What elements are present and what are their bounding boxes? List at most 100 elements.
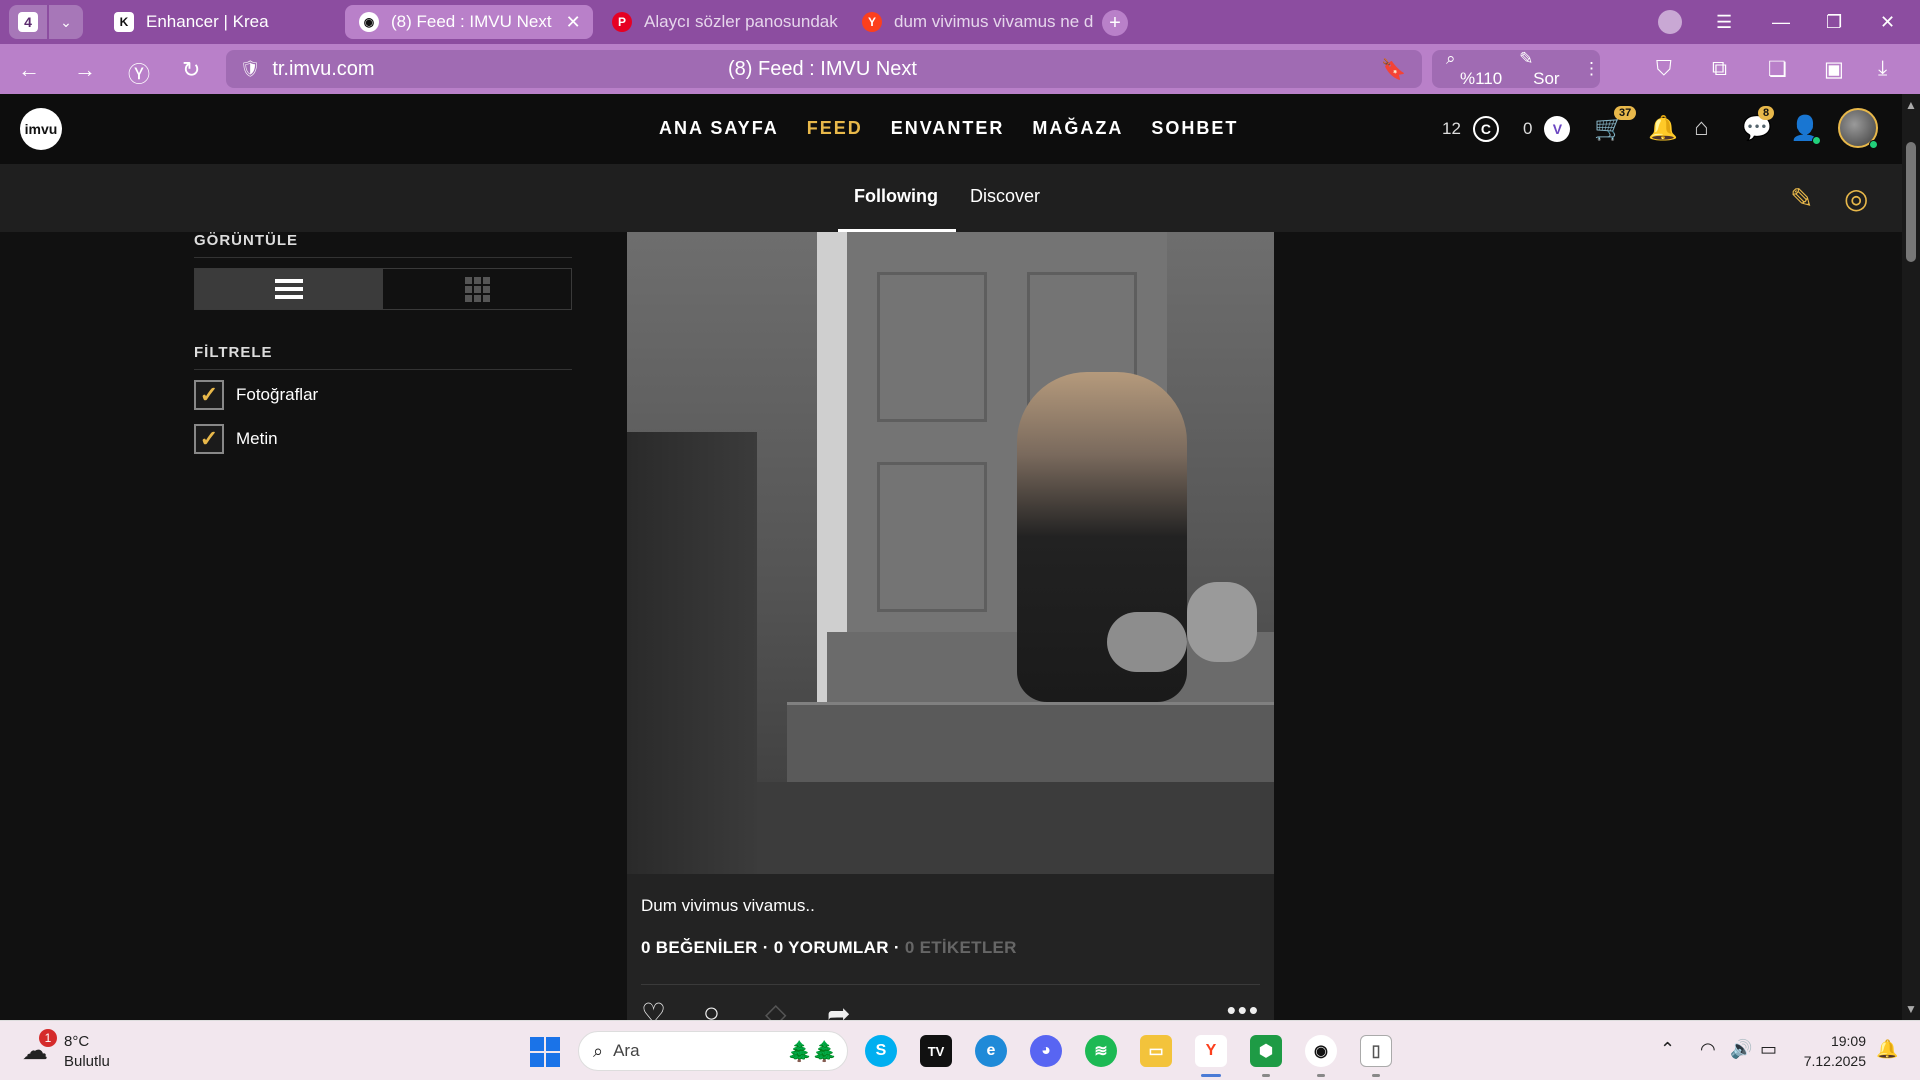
collections-icon[interactable]: ❏ [1768,57,1787,82]
tab-pinterest[interactable]: P Alaycı sözler panosundaki [598,5,838,39]
tab-count-button[interactable]: 4 [9,5,47,39]
tag-icon[interactable]: ◇ [765,997,787,1020]
minimize-icon[interactable]: — [1772,0,1790,44]
imvu-logo[interactable]: imvu [20,108,62,150]
download-icon[interactable]: ⤓ [1878,57,1887,81]
tab-count: 4 [18,12,38,32]
post-photo[interactable] [627,232,1274,874]
weather-temperature[interactable]: 8°C [64,1033,89,1050]
grid-icon [464,276,490,302]
tab-list-chevron-icon[interactable]: ⌄ [49,5,83,39]
system-clock[interactable]: 19:09 7.12.2025 [1800,1031,1866,1071]
stats-separator: · [893,938,900,957]
tab-krea[interactable]: K Enhancer | Krea [100,5,340,39]
compose-post-icon[interactable]: ✎ [1790,182,1813,215]
tray-chevron-up-icon[interactable]: ⌃ [1660,1039,1675,1060]
notepad-icon[interactable]: ▯ [1360,1035,1392,1067]
weather-condition[interactable]: Bulutlu [64,1053,110,1070]
home-icon[interactable]: ⌂ [1694,114,1709,142]
vpn-icon[interactable]: ⬢ [1250,1035,1282,1067]
nav-shop[interactable]: MAĞAZA [1032,118,1123,139]
tab-discover[interactable]: Discover [970,186,1040,207]
yandex-home-icon[interactable]: Ⓨ [128,57,150,89]
tags-count[interactable]: 0 ETİKETLER [905,938,1017,957]
list-view-button[interactable] [195,269,383,309]
checkbox-photos[interactable]: ✓ [194,380,224,410]
nav-chat[interactable]: SOHBET [1151,118,1238,139]
photo-stand [627,432,757,874]
ask-button[interactable]: ✎ Sor [1519,49,1569,89]
notifications-bell-icon[interactable]: 🔔 [1876,1039,1898,1060]
new-tab-button[interactable]: + [1102,10,1128,36]
filter-section-title: FİLTRELE [194,344,572,370]
tab-yandex[interactable]: Y dum vivimus vivamus ne d [848,5,1093,39]
bookmark-icon[interactable]: 🔖 [1381,57,1406,82]
list-icon [275,279,303,299]
restore-icon[interactable]: ❐ [1826,0,1842,44]
zoom-level[interactable]: ⌕ %110 [1446,49,1505,89]
lock-icon[interactable]: 🛡 [240,59,260,79]
tab-title: dum vivimus vivamus ne d [894,12,1093,31]
volume-icon[interactable]: 🔊 [1730,1039,1752,1060]
filter-text[interactable]: ✓ Metin [194,424,572,454]
back-icon[interactable]: ← [18,57,40,83]
edge-icon[interactable]: e [975,1035,1007,1067]
weather-badge: 1 [39,1029,57,1047]
close-tab-icon[interactable]: ✕ [566,12,581,33]
credits-count: 12 [1442,119,1461,138]
wifi-icon[interactable]: ◠ [1700,1039,1716,1060]
search-highlight-trees-icon: 🌲🌲 [787,1040,837,1063]
imvu-icon: ◉ [359,12,379,32]
spotify-icon[interactable]: ≋ [1085,1035,1117,1067]
nav-home[interactable]: ANA SAYFA [659,118,779,139]
checkbox-text[interactable]: ✓ [194,424,224,454]
tab-following[interactable]: Following [854,186,938,207]
more-options-icon[interactable]: ••• [1227,995,1260,1020]
imvu-app-icon[interactable]: ◉ [1305,1035,1337,1067]
skype-icon[interactable]: S [865,1035,897,1067]
comments-count[interactable]: 0 YORUMLAR [774,938,889,957]
close-window-icon[interactable]: ✕ [1880,0,1895,44]
profile-icon[interactable] [1658,0,1682,44]
yandex-browser-icon[interactable]: Y [1195,1035,1227,1067]
bell-icon[interactable]: 🔔 [1648,114,1678,143]
reload-icon[interactable]: ↻ [182,57,200,83]
file-explorer-icon[interactable]: ▭ [1140,1035,1172,1067]
taskbar-search[interactable]: ⌕ Ara 🌲🌲 [578,1031,848,1071]
photo-stair [787,702,1274,782]
address-bar[interactable]: 🛡 tr.imvu.com (8) Feed : IMVU Next 🔖 [226,50,1422,88]
filter-photos[interactable]: ✓ Fotoğraflar [194,380,572,410]
credits-icon: C [1472,116,1499,142]
likes-count[interactable]: 0 BEĞENİLER [641,938,758,957]
scroll-up-icon[interactable]: ▲ [1905,98,1917,112]
tradingview-icon[interactable]: TV [920,1035,952,1067]
scroll-thumb[interactable] [1906,142,1916,262]
pinterest-icon: P [612,12,632,32]
page-scrollbar[interactable]: ▲ ▼ [1902,94,1920,1020]
share-icon[interactable]: ➦ [827,997,850,1020]
nav-feed[interactable]: FEED [807,118,863,139]
nav-inventory[interactable]: ENVANTER [891,118,1005,139]
menu-icon[interactable]: ☰ [1716,0,1732,44]
translate-icon[interactable]: ▣ [1824,57,1844,82]
start-button[interactable] [530,1037,560,1067]
credits-balance[interactable]: 12 C [1442,112,1499,146]
tab-imvu-feed[interactable]: ◉ (8) Feed : IMVU Next ✕ [345,5,593,39]
more-vertical-icon[interactable]: ⋮ [1583,59,1600,79]
scroll-down-icon[interactable]: ▼ [1905,1002,1917,1016]
grid-view-button[interactable] [383,269,571,309]
forward-icon[interactable]: → [74,57,96,83]
battery-icon[interactable]: ▭ [1760,1039,1777,1060]
open-app-indicator [1372,1074,1380,1077]
vcoin-balance[interactable]: 0 V [1523,112,1571,146]
discord-icon[interactable]: ◕ [1030,1035,1062,1067]
address-row: ← → Ⓨ ↻ 🛡 tr.imvu.com (8) Feed : IMVU Ne… [0,44,1920,94]
open-app-indicator [1262,1074,1270,1077]
open-app-indicator [1317,1074,1325,1077]
like-heart-icon[interactable]: ♡ [641,997,666,1020]
camera-icon[interactable]: ◎ [1844,182,1868,215]
krea-icon: K [114,12,134,32]
extensions-icon[interactable]: ⧉ [1712,57,1727,81]
comment-icon[interactable]: ○ [703,997,720,1020]
shield-icon[interactable]: ⛉ [1656,57,1672,81]
